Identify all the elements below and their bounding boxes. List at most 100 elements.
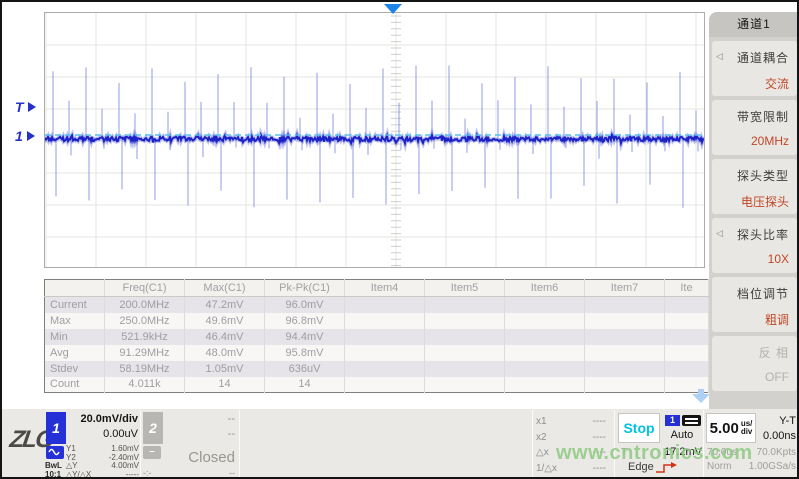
y-cursor-row: △Y/△X----- xyxy=(66,471,139,479)
math-left-readout: -:- xyxy=(143,468,152,478)
table-column-header: Item6 xyxy=(505,280,585,297)
table-column-header: Max(C1) xyxy=(185,280,265,297)
table-cell xyxy=(585,297,665,313)
channel-menu-sidebar: 通道1 ◁通道耦合交流带宽限制20MHz探头类型电压探头◁探头比率10X档位调节… xyxy=(709,12,799,409)
trigger-level-marker[interactable]: T xyxy=(15,99,36,115)
y-cursor-row-value: ----- xyxy=(126,471,139,479)
watermark: www.cntronics.com xyxy=(556,442,753,465)
table-cell: 200.0MHz xyxy=(105,297,185,313)
channel1-position-marker[interactable]: 1 xyxy=(15,128,35,144)
table-cell: 636uV xyxy=(265,361,345,377)
channel1-offset: 0.00uV xyxy=(62,428,138,440)
right-arrow-icon xyxy=(28,102,36,112)
table-column-header xyxy=(45,280,105,297)
menu-item-label: 探头比率 xyxy=(712,226,789,243)
table-row-label: Current xyxy=(45,297,105,313)
measurement-table-body: Current200.0MHz47.2mV96.0mVMax250.0MHz49… xyxy=(45,297,709,393)
menu-item-6[interactable]: 反 相 OFF xyxy=(712,336,797,391)
menu-item-value: 10X xyxy=(712,252,789,266)
separator xyxy=(532,410,533,477)
table-cell xyxy=(425,329,505,345)
timebase-scale: 5.00 xyxy=(710,420,739,437)
waveform-display[interactable] xyxy=(44,12,705,268)
channel2-offset: -- xyxy=(165,428,235,440)
trigger-mode[interactable]: Auto xyxy=(662,429,702,441)
table-cell xyxy=(345,313,425,329)
menu-item-value: 交流 xyxy=(712,75,789,92)
menu-item-value: 20MHz xyxy=(712,134,789,148)
menu-item-label: 档位调节 xyxy=(712,285,789,302)
right-arrow-icon xyxy=(27,131,35,141)
channel1-cursor-readouts: Y11.60mVY2-2.40mV△Y4.00mV△Y/△X----- xyxy=(66,445,139,479)
x-cursor-row-label: x1 xyxy=(536,414,547,430)
table-cell: 96.0mV xyxy=(265,297,345,313)
table-column-header: Item4 xyxy=(345,280,425,297)
trigger-coupling-icon[interactable] xyxy=(682,415,701,426)
table-cell xyxy=(345,329,425,345)
down-arrow-icon xyxy=(692,394,710,403)
menu-item-label: 带宽限制 xyxy=(712,108,789,125)
table-cell xyxy=(665,345,709,361)
table-scroll-down-arrow[interactable] xyxy=(692,389,710,403)
channel2-scale: -- xyxy=(165,413,235,425)
ac-coupling-icon xyxy=(46,446,64,459)
trigger-delay: 0.00ns xyxy=(746,430,796,442)
table-row-label: Min xyxy=(45,329,105,345)
acquisition-state-button[interactable]: Stop xyxy=(618,413,660,443)
left-triangle-icon: ◁ xyxy=(716,51,723,62)
table-cell xyxy=(425,345,505,361)
table-cell: 521.9kHz xyxy=(105,329,185,345)
separator xyxy=(140,410,141,477)
table-cell: 96.8mV xyxy=(265,313,345,329)
x-cursor-row: x1---- xyxy=(536,414,606,430)
table-cell: 14 xyxy=(265,377,345,393)
table-cell xyxy=(585,361,665,377)
menu-item-label: 反 相 xyxy=(712,344,789,361)
menu-item-1[interactable]: ◁通道耦合交流 xyxy=(712,41,797,96)
table-cell xyxy=(505,313,585,329)
table-row: Count4.011k1414 xyxy=(45,377,709,393)
table-cell: 48.0mV xyxy=(185,345,265,361)
math-badge[interactable]: – xyxy=(143,446,161,459)
table-header-row: Freq(C1)Max(C1)Pk-Pk(C1)Item4Item5Item6I… xyxy=(45,280,709,297)
measurement-table: Freq(C1)Max(C1)Pk-Pk(C1)Item4Item5Item6I… xyxy=(44,279,709,393)
table-row: Avg91.29MHz48.0mV95.8mV xyxy=(45,345,709,361)
table-cell xyxy=(505,361,585,377)
menu-item-3[interactable]: 探头类型电压探头 xyxy=(712,159,797,214)
table-cell xyxy=(345,361,425,377)
channel2-badge[interactable]: 2 xyxy=(143,412,163,444)
table-cell: 58.19MHz xyxy=(105,361,185,377)
menu-item-4[interactable]: ◁探头比率10X xyxy=(712,218,797,273)
table-row-label: Max xyxy=(45,313,105,329)
table-row: Max250.0MHz49.6mV96.8mV xyxy=(45,313,709,329)
table-cell xyxy=(585,377,665,393)
x-cursor-row-label: x2 xyxy=(536,430,547,446)
menu-title: 通道1 xyxy=(709,12,799,37)
x-cursor-row-label: △x xyxy=(536,445,549,461)
table-cell: 14 xyxy=(185,377,265,393)
table-cell: 91.29MHz xyxy=(105,345,185,361)
menu-items: ◁通道耦合交流带宽限制20MHz探头类型电压探头◁探头比率10X档位调节粗调反 … xyxy=(709,41,799,391)
trigger-source-badge[interactable]: 1 xyxy=(665,415,680,426)
menu-item-2[interactable]: 带宽限制 20MHz xyxy=(712,100,797,155)
table-cell xyxy=(585,329,665,345)
measurement-table-head: Freq(C1)Max(C1)Pk-Pk(C1)Item4Item5Item6I… xyxy=(45,280,709,297)
table-cell xyxy=(425,377,505,393)
table-cell: 47.2mV xyxy=(185,297,265,313)
separator xyxy=(239,410,240,477)
memory-depth: 70.0Kpts xyxy=(746,447,796,458)
table-cell: 95.8mV xyxy=(265,345,345,361)
table-cell: 46.4mV xyxy=(185,329,265,345)
table-cell: 1.05mV xyxy=(185,361,265,377)
table-column-header: Item7 xyxy=(585,280,665,297)
menu-item-5[interactable]: 档位调节粗调 xyxy=(712,277,797,332)
bandwidth-limit-indicator: BwL xyxy=(45,461,67,470)
table-cell: 94.4mV xyxy=(265,329,345,345)
table-cell xyxy=(505,377,585,393)
table-row: Stdev58.19MHz1.05mV636uV xyxy=(45,361,709,377)
trigger-position-marker-icon[interactable] xyxy=(384,4,402,14)
menu-item-label: 探头类型 xyxy=(712,167,789,184)
table-cell xyxy=(665,313,709,329)
menu-item-value: OFF xyxy=(712,370,789,384)
menu-item-label: 通道耦合 xyxy=(712,49,789,66)
